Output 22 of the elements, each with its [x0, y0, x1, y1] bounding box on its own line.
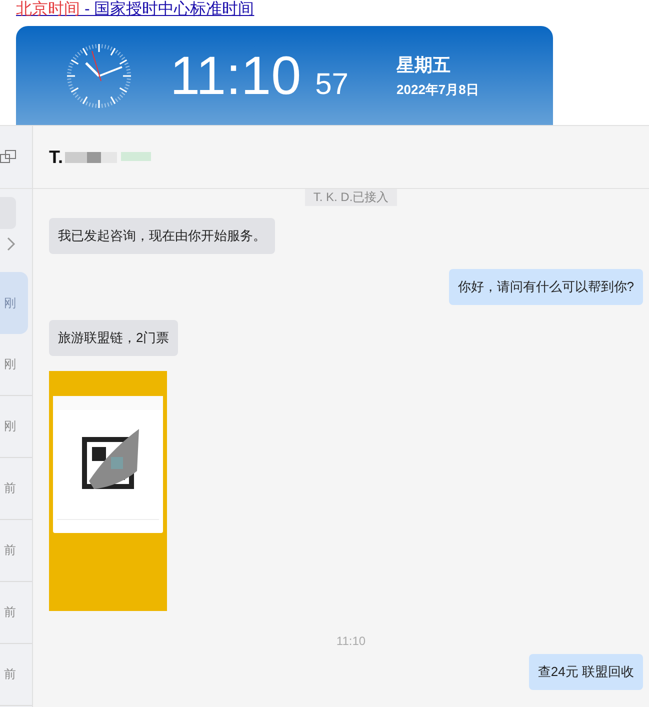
conversation-item[interactable]: 前 — [0, 458, 32, 520]
outgoing-message: 你好，请问有什么可以帮到你? — [448, 269, 643, 305]
window-icon[interactable] — [0, 150, 16, 164]
incoming-message: 我已发起咨询，现在由你开始服务。 — [49, 218, 275, 254]
system-notice: T. K. D.已接入 — [305, 189, 397, 206]
conversation-item[interactable]: 前 — [0, 520, 32, 582]
conversation-item[interactable]: 前 — [0, 582, 32, 644]
page-title-link[interactable]: 北京时间 - 国家授时中心标准时间 — [16, 0, 254, 20]
clock-seconds: 57 — [315, 68, 348, 102]
conversation-item[interactable]: 前 — [0, 644, 32, 706]
conversation-item[interactable]: 刚 — [0, 334, 32, 396]
conversation-item[interactable]: 刚 — [0, 272, 28, 334]
date: 2022年7月8日 — [396, 80, 479, 98]
message-time: 11:10 — [336, 634, 366, 648]
clock-time: 11:10 — [170, 48, 302, 102]
chat-title: T. — [49, 146, 64, 168]
weekday: 星期五 — [396, 54, 452, 76]
conversation-item[interactable]: 刚 — [0, 396, 32, 458]
clock-icon — [66, 42, 132, 108]
chevron-icon[interactable] — [6, 237, 16, 251]
incoming-message: 旅游联盟链，2门票 — [49, 320, 178, 356]
outgoing-message: 查24元 联盟回收 — [528, 654, 643, 690]
